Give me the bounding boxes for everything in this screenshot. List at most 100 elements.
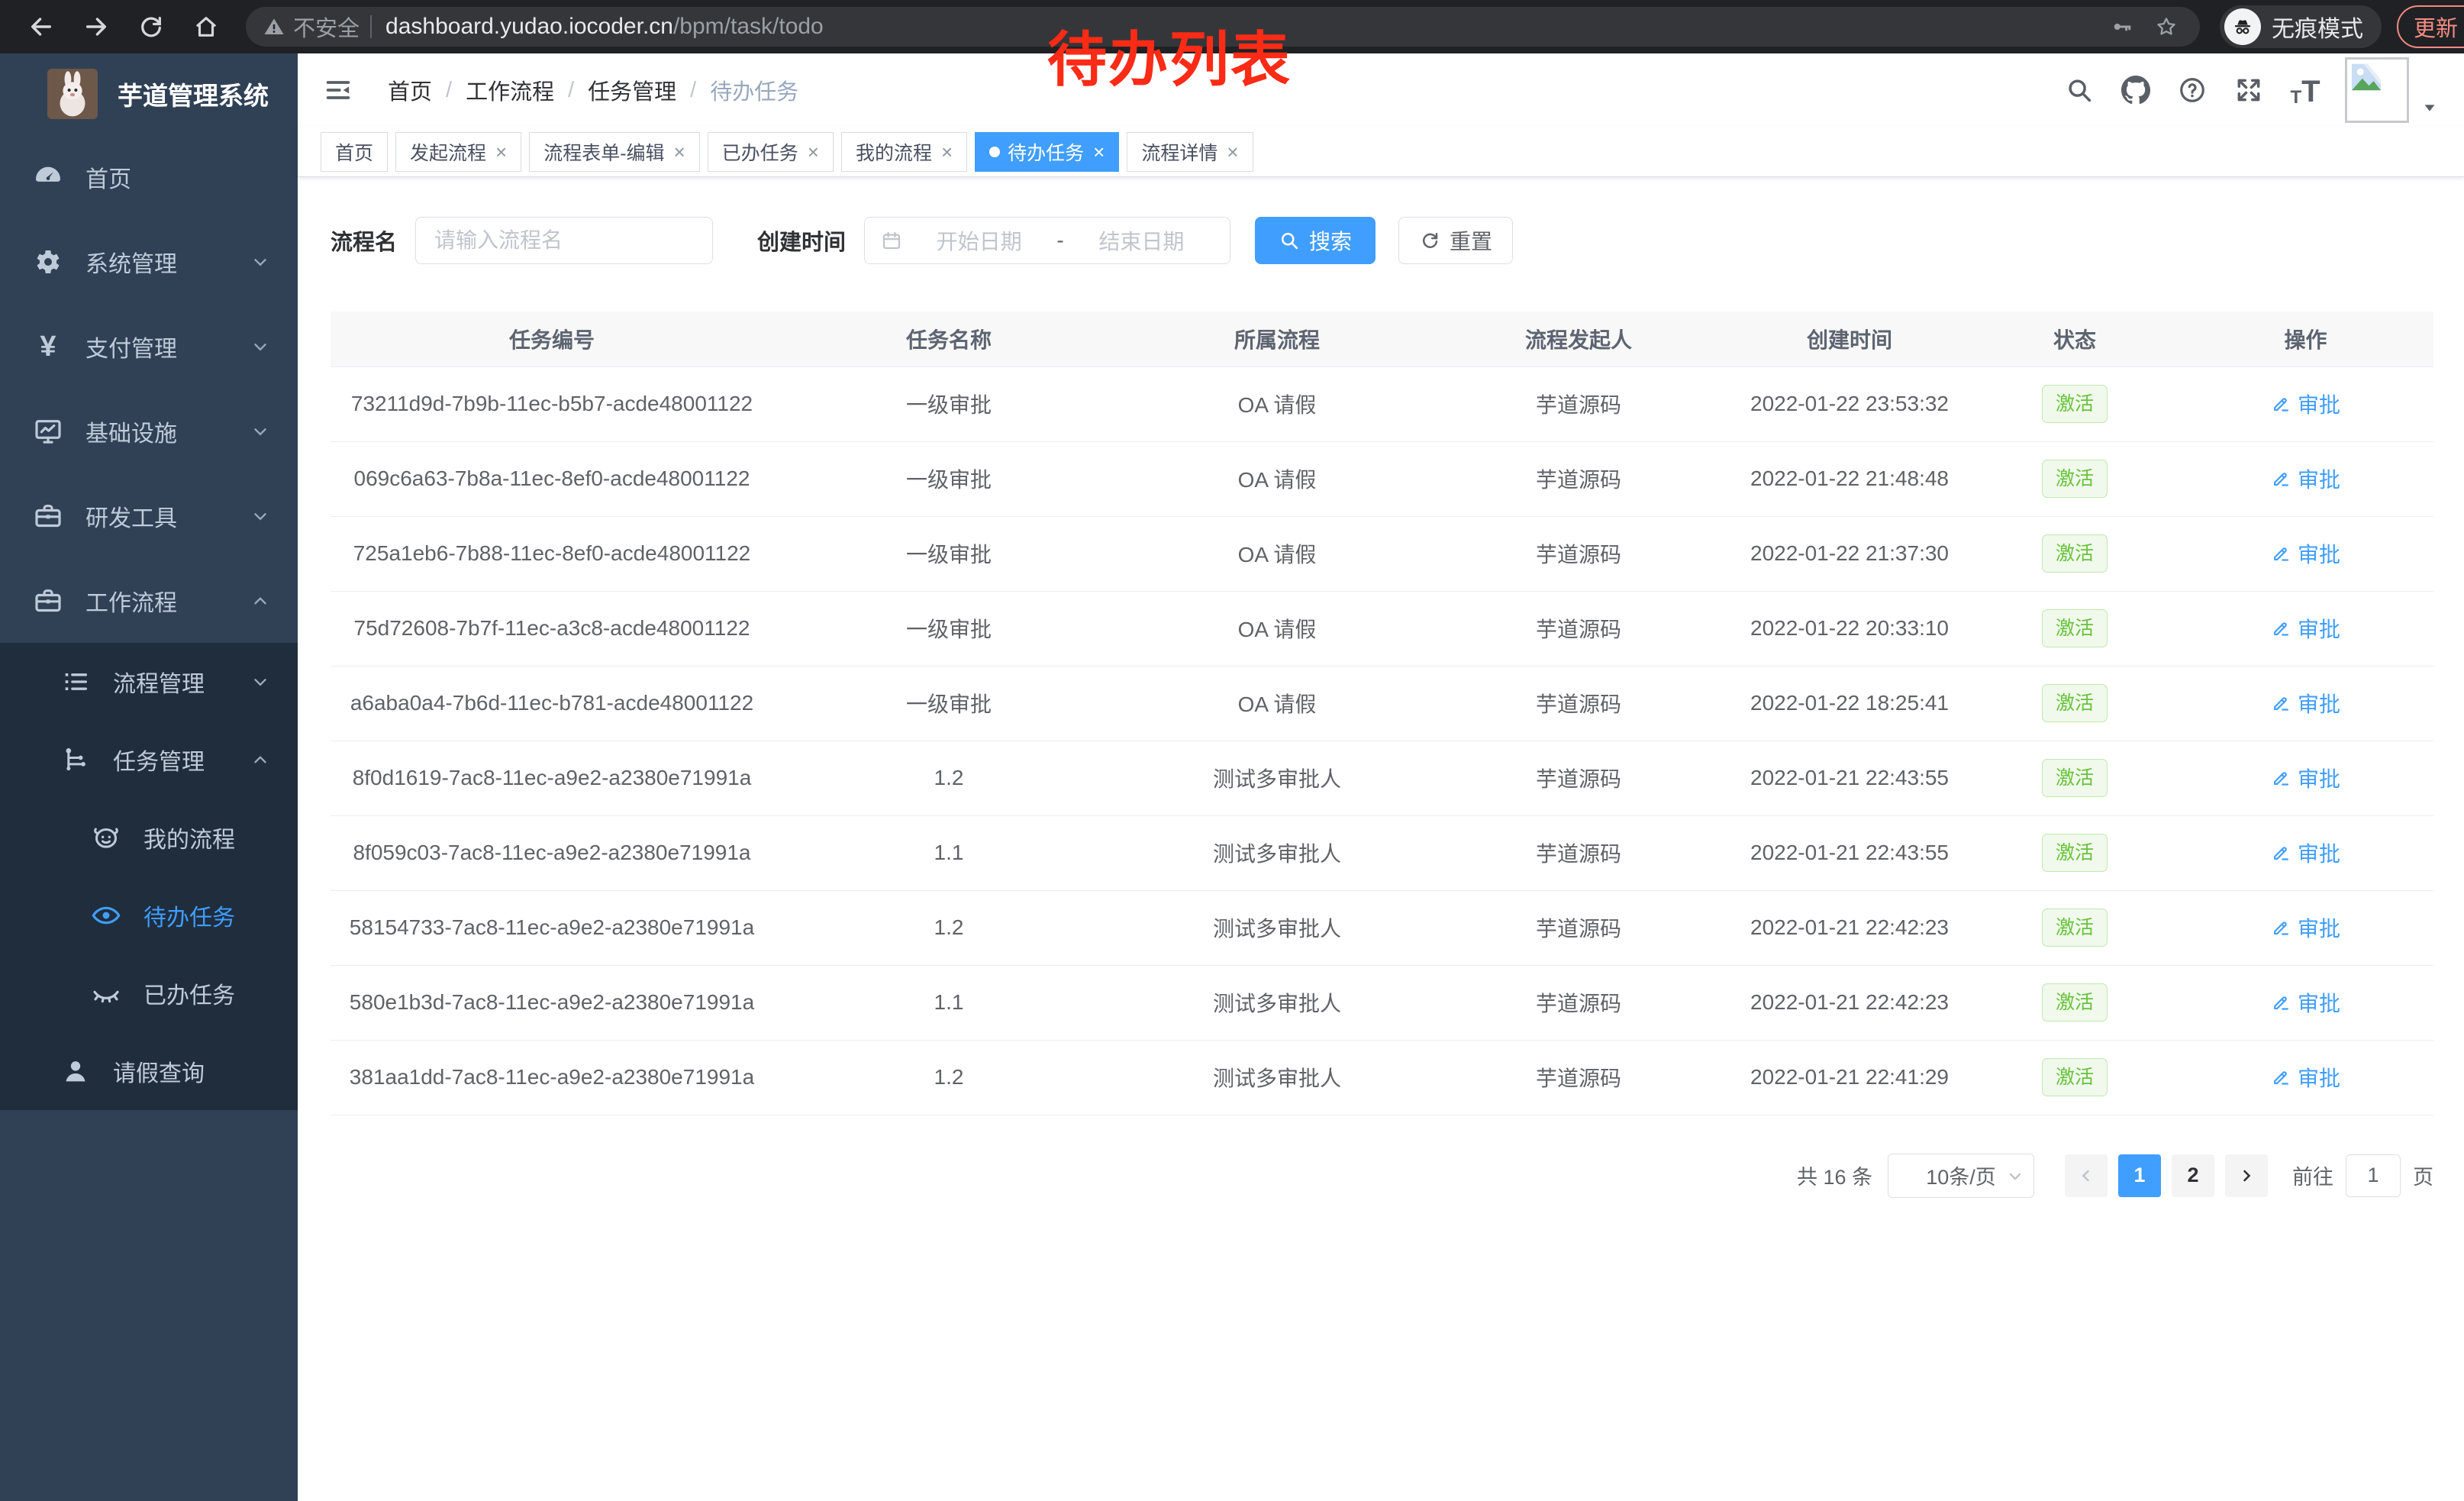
face-icon — [89, 822, 124, 853]
github-icon[interactable] — [2119, 73, 2153, 107]
page-size-select[interactable]: 10条/页 — [1888, 1154, 2034, 1198]
tab-流程表单-编辑[interactable]: 流程表单-编辑× — [529, 132, 700, 172]
cell-action: 审批 — [2178, 441, 2433, 516]
close-tab-icon[interactable]: × — [941, 142, 953, 162]
page-button-2[interactable]: 2 — [2172, 1154, 2214, 1197]
cell-status: 激活 — [1972, 441, 2178, 516]
sidebar-item-工作流程[interactable]: 工作流程 — [0, 558, 298, 643]
end-date-placeholder[interactable]: 结束日期 — [1069, 225, 1214, 256]
close-tab-icon[interactable]: × — [1093, 142, 1105, 162]
sidebar-item-label: 我的流程 — [144, 821, 235, 854]
security-label[interactable]: 不安全 — [293, 11, 360, 43]
sidebar-item-已办任务[interactable]: 已办任务 — [0, 954, 298, 1032]
help-icon[interactable] — [2175, 73, 2209, 107]
user-menu-caret-icon[interactable] — [2421, 99, 2438, 116]
sidebar-toggle-icon[interactable] — [321, 73, 356, 108]
range-separator: - — [1052, 228, 1068, 253]
sidebar-item-请假查询[interactable]: 请假查询 — [0, 1032, 298, 1110]
process-name-input[interactable] — [415, 217, 713, 264]
sidebar-item-label: 首页 — [85, 160, 131, 194]
content: 流程名 创建时间 开始日期 - 结束日期 搜索 重置 — [298, 177, 2464, 1198]
breadcrumb-item[interactable]: 首页 — [388, 74, 432, 106]
total-count: 共 16 条 — [1797, 1160, 1872, 1190]
prev-page-button[interactable] — [2065, 1154, 2108, 1197]
cell-created: 2022-01-21 22:43:55 — [1727, 741, 1972, 815]
fullscreen-icon[interactable] — [2232, 73, 2266, 107]
column-header: 创建时间 — [1727, 311, 1972, 366]
reload-icon[interactable] — [131, 7, 171, 47]
close-tab-icon[interactable]: × — [495, 142, 507, 162]
column-header: 流程发起人 — [1430, 311, 1727, 366]
sidebar-item-label: 支付管理 — [85, 330, 177, 363]
status-badge: 激活 — [2042, 385, 2108, 423]
search-icon[interactable] — [2062, 73, 2096, 107]
approve-link[interactable]: 审批 — [2271, 389, 2340, 419]
sidebar-item-任务管理[interactable]: 任务管理 — [0, 721, 298, 799]
close-tab-icon[interactable]: × — [808, 142, 819, 162]
tab-发起流程[interactable]: 发起流程× — [395, 132, 521, 172]
approve-link[interactable]: 审批 — [2271, 912, 2340, 943]
tab-label: 首页 — [335, 138, 373, 166]
cell-created: 2022-01-21 22:42:23 — [1727, 890, 1972, 965]
tab-我的流程[interactable]: 我的流程× — [841, 132, 967, 172]
search-button[interactable]: 搜索 — [1255, 217, 1376, 264]
tab-流程详情[interactable]: 流程详情× — [1127, 132, 1253, 172]
date-range-picker[interactable]: 开始日期 - 结束日期 — [864, 217, 1230, 264]
bookmark-star-icon[interactable] — [2150, 10, 2183, 44]
next-page-button[interactable] — [2225, 1154, 2268, 1197]
breadcrumb-item: 待办任务 — [710, 74, 798, 106]
sidebar-item-基础设施[interactable]: 基础设施 — [0, 389, 298, 473]
approve-link[interactable]: 审批 — [2271, 763, 2340, 793]
close-tab-icon[interactable]: × — [674, 142, 685, 162]
table-row: 381aa1dd-7ac8-11ec-a9e2-a2380e71991a1.2测… — [331, 1040, 2433, 1115]
reset-button[interactable]: 重置 — [1398, 217, 1513, 264]
toolbox-icon — [31, 501, 66, 531]
forward-icon[interactable] — [76, 7, 116, 47]
cell-id: 58154733-7ac8-11ec-a9e2-a2380e71991a — [331, 890, 773, 965]
cell-action: 审批 — [2178, 1040, 2433, 1115]
sidebar-item-研发工具[interactable]: 研发工具 — [0, 473, 298, 558]
sidebar-item-系统管理[interactable]: 系统管理 — [0, 219, 298, 304]
sidebar-item-首页[interactable]: 首页 — [0, 134, 298, 219]
sidebar-item-支付管理[interactable]: ¥支付管理 — [0, 304, 298, 389]
breadcrumb-item[interactable]: 工作流程 — [466, 74, 554, 106]
breadcrumb-item[interactable]: 任务管理 — [588, 74, 676, 106]
approve-link[interactable]: 审批 — [2271, 538, 2340, 569]
url-text[interactable]: dashboard.yudao.iocoder.cn/bpm/task/todo — [385, 14, 824, 40]
start-date-placeholder[interactable]: 开始日期 — [906, 225, 1052, 256]
page-button-1[interactable]: 1 — [2118, 1154, 2161, 1197]
approve-link[interactable]: 审批 — [2271, 987, 2340, 1018]
approve-link[interactable]: 审批 — [2271, 688, 2340, 718]
tab-首页[interactable]: 首页 — [321, 132, 388, 172]
annotation-overlay: 待办列表 — [1047, 12, 1292, 98]
cell-created: 2022-01-22 21:48:48 — [1727, 441, 1972, 516]
sidebar-item-流程管理[interactable]: 流程管理 — [0, 643, 298, 721]
sidebar-item-label: 研发工具 — [85, 499, 177, 533]
goto-page-input[interactable] — [2346, 1154, 2401, 1197]
browser-menu-button[interactable]: 更新 — [2397, 5, 2464, 48]
back-icon[interactable] — [21, 7, 61, 47]
sidebar-item-我的流程[interactable]: 我的流程 — [0, 799, 298, 876]
update-label: 更新 — [2414, 11, 2458, 43]
approve-label: 审批 — [2298, 688, 2340, 718]
font-size-icon[interactable]: TT — [2288, 73, 2322, 107]
close-tab-icon[interactable]: × — [1227, 142, 1238, 162]
password-key-icon[interactable] — [2105, 10, 2139, 44]
cell-process: 测试多审批人 — [1124, 965, 1430, 1040]
approve-link[interactable]: 审批 — [2271, 838, 2340, 868]
home-icon[interactable] — [186, 7, 226, 47]
avatar[interactable] — [2345, 57, 2409, 123]
cell-process: OA 请假 — [1124, 366, 1430, 441]
tab-已办任务[interactable]: 已办任务× — [708, 132, 834, 172]
approve-link[interactable]: 审批 — [2271, 1062, 2340, 1093]
cell-action: 审批 — [2178, 516, 2433, 591]
cell-id: 725a1eb6-7b88-11ec-8ef0-acde48001122 — [331, 516, 773, 591]
approve-link[interactable]: 审批 — [2271, 463, 2340, 494]
cell-id: 8f059c03-7ac8-11ec-a9e2-a2380e71991a — [331, 815, 773, 890]
column-header: 所属流程 — [1124, 311, 1430, 366]
column-header: 操作 — [2178, 311, 2433, 366]
sidebar-item-待办任务[interactable]: 待办任务 — [0, 876, 298, 954]
status-badge: 激活 — [2042, 684, 2108, 722]
tab-待办任务[interactable]: 待办任务× — [975, 132, 1119, 172]
approve-link[interactable]: 审批 — [2271, 613, 2340, 644]
